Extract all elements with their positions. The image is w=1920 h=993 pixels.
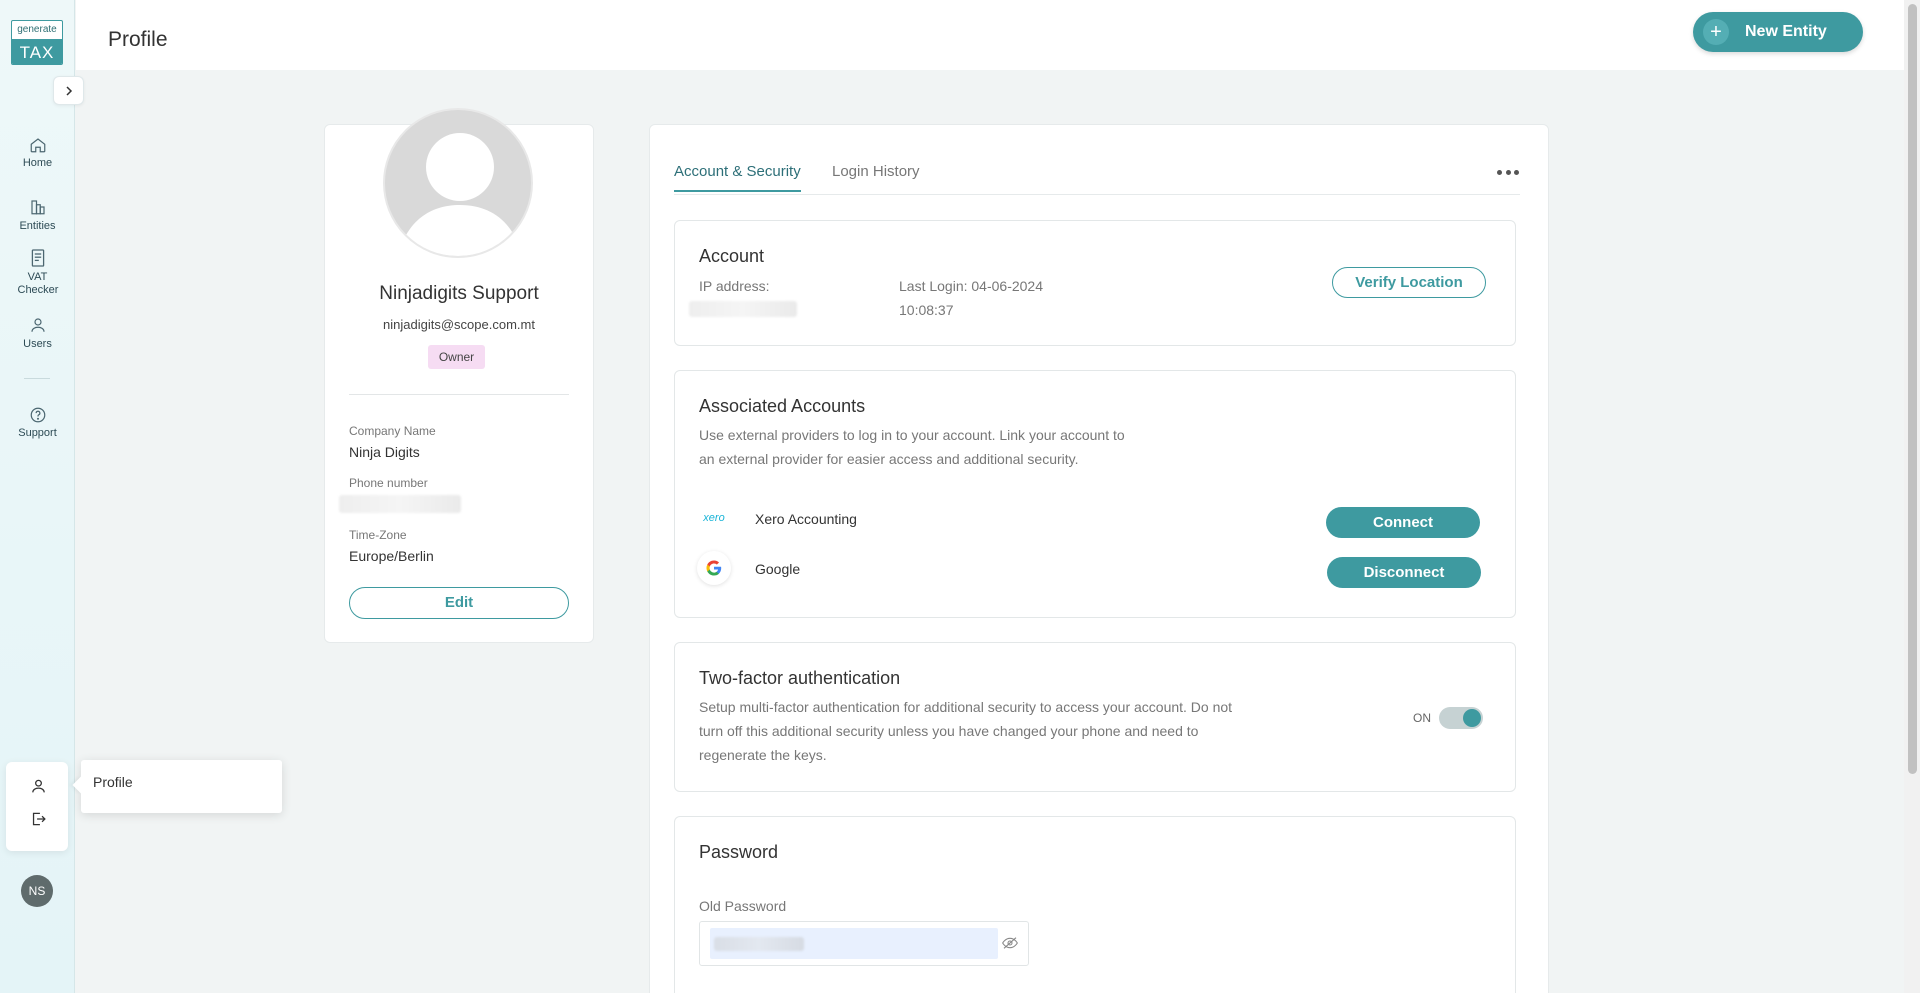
- password-value-redacted: [714, 937, 804, 951]
- xero-logo-text: xero: [703, 512, 725, 524]
- toggle-state-label: ON: [1413, 711, 1431, 725]
- password-section: Password Old Password: [674, 816, 1516, 993]
- new-entity-button[interactable]: + New Entity: [1693, 12, 1863, 52]
- associated-accounts-title: Associated Accounts: [699, 396, 866, 416]
- sidebar-item-home[interactable]: Home: [0, 136, 75, 170]
- last-login-date: Last Login: 04-06-2024: [899, 278, 1043, 294]
- chevron-right-icon: [65, 85, 72, 96]
- more-dot-icon: [1505, 169, 1511, 175]
- logo-text-bottom: TAX: [12, 39, 62, 64]
- header: [76, 0, 1904, 70]
- xero-icon: xero: [697, 501, 731, 535]
- sidebar-item-label: Users: [23, 338, 52, 350]
- phone-value-redacted: [339, 495, 461, 513]
- two-factor-section: Two-factor authentication Setup multi-fa…: [674, 642, 1516, 792]
- page-scrollbar[interactable]: [1904, 0, 1920, 993]
- sidebar: generate TAX Home Entities VAT Checker U…: [0, 0, 75, 993]
- profile-menu-item[interactable]: [28, 776, 48, 796]
- logout-icon: [32, 812, 46, 826]
- help-icon: [30, 407, 45, 423]
- associated-accounts-desc: an external provider for easier access a…: [699, 451, 1079, 467]
- profile-divider: [349, 394, 569, 395]
- password-title: Password: [699, 842, 779, 862]
- provider-name: Xero Accounting: [755, 511, 857, 527]
- profile-tooltip[interactable]: Profile: [81, 760, 282, 813]
- sidebar-item-users[interactable]: Users: [0, 315, 75, 351]
- sidebar-item-label: Support: [18, 427, 57, 439]
- building-icon: [30, 200, 45, 215]
- company-name-label: Company Name: [349, 424, 436, 438]
- more-dot-icon: [1497, 169, 1502, 175]
- more-options-button[interactable]: [1497, 165, 1519, 179]
- old-password-field[interactable]: [699, 921, 1029, 966]
- tab-account-security[interactable]: Account & Security: [674, 163, 801, 192]
- two-factor-desc: regenerate the keys.: [699, 747, 827, 763]
- associated-accounts-desc: Use external providers to log in to your…: [699, 427, 1125, 443]
- profile-picture[interactable]: [383, 108, 533, 258]
- timezone-label: Time-Zone: [349, 528, 407, 542]
- timezone-value: Europe/Berlin: [349, 548, 434, 564]
- company-name-value: Ninja Digits: [349, 444, 420, 460]
- more-dot-icon: [1514, 169, 1519, 175]
- profile-email: ninjadigits@scope.com.mt: [383, 317, 535, 332]
- last-login-time: 10:08:37: [899, 302, 954, 318]
- phone-label: Phone number: [349, 476, 428, 490]
- tab-bar: Account & Security Login History: [674, 160, 1520, 195]
- document-icon: [31, 249, 44, 267]
- google-icon: [697, 551, 731, 585]
- sidebar-item-vat-checker[interactable]: VAT Checker: [0, 248, 75, 297]
- logout-menu-item[interactable]: [28, 809, 48, 829]
- associated-accounts-section: Associated Accounts Use external provide…: [674, 370, 1516, 618]
- plus-icon: +: [1703, 19, 1729, 45]
- edit-profile-button[interactable]: Edit: [349, 587, 569, 619]
- tab-login-history[interactable]: Login History: [832, 163, 920, 190]
- two-factor-title: Two-factor authentication: [699, 668, 901, 688]
- google-logo-icon: [706, 560, 722, 576]
- avatar[interactable]: NS: [21, 875, 53, 907]
- profile-name: Ninjadigits Support: [379, 283, 539, 304]
- two-factor-desc: Setup multi-factor authentication for ad…: [699, 699, 1233, 715]
- disconnect-google-button[interactable]: Disconnect: [1327, 557, 1481, 588]
- user-icon: [31, 779, 45, 793]
- home-icon: [30, 138, 45, 153]
- user-menu: [6, 762, 68, 851]
- tooltip-label: Profile: [93, 774, 133, 790]
- account-section: Account IP address: Last Login: 04-06-20…: [674, 220, 1516, 346]
- scrollbar-thumb[interactable]: [1908, 4, 1917, 774]
- role-badge: Owner: [428, 345, 485, 369]
- sidebar-item-label: Entities: [19, 220, 56, 232]
- verify-location-button[interactable]: Verify Location: [1332, 267, 1486, 298]
- sidebar-expand-button[interactable]: [53, 76, 84, 105]
- two-factor-desc: turn off this additional security unless…: [699, 723, 1199, 739]
- sidebar-item-label: Home: [22, 157, 53, 169]
- toggle-knob: [1463, 709, 1481, 727]
- toggle-visibility-button[interactable]: [1002, 936, 1018, 955]
- sidebar-item-label: VAT Checker: [17, 271, 59, 296]
- new-entity-label: New Entity: [1745, 23, 1827, 40]
- sidebar-item-support[interactable]: Support: [0, 406, 75, 440]
- sidebar-item-entities[interactable]: Entities: [0, 197, 75, 233]
- logo-text-top: generate: [17, 24, 57, 35]
- default-avatar-icon: [398, 133, 522, 256]
- page-title: Profile: [108, 28, 168, 51]
- old-password-input[interactable]: [710, 928, 998, 959]
- account-title: Account: [699, 246, 765, 266]
- app-logo[interactable]: generate TAX: [11, 20, 63, 65]
- two-factor-toggle[interactable]: [1439, 707, 1483, 729]
- user-icon: [30, 318, 45, 332]
- eye-off-icon: [1002, 937, 1018, 949]
- ip-address-label: IP address:: [699, 278, 770, 294]
- old-password-label: Old Password: [699, 898, 787, 914]
- provider-name: Google: [755, 561, 801, 577]
- sidebar-divider: [24, 378, 50, 379]
- connect-xero-button[interactable]: Connect: [1326, 507, 1480, 538]
- ip-address-value-redacted: [689, 301, 797, 317]
